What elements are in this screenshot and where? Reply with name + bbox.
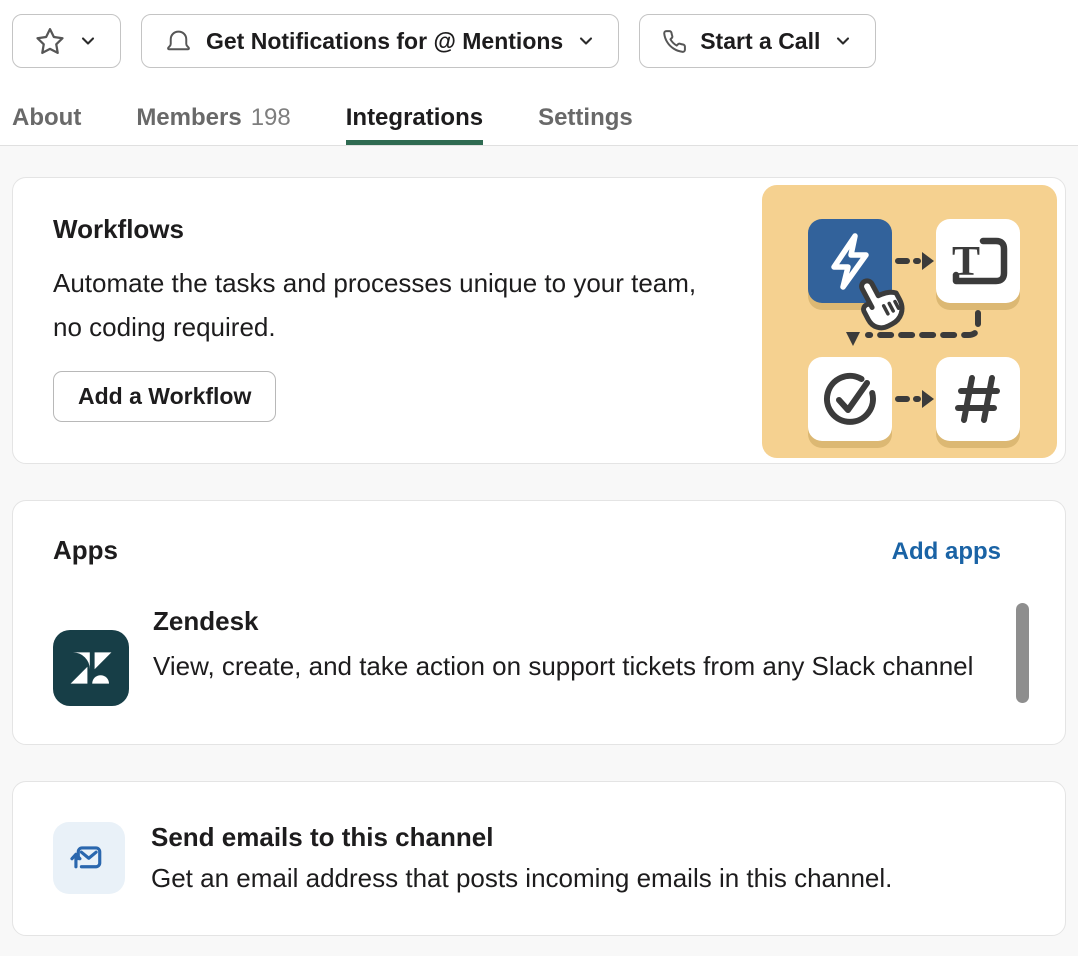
channel-tile: [936, 357, 1020, 441]
add-apps-link[interactable]: Add apps: [892, 538, 1001, 566]
add-workflow-button[interactable]: Add a Workflow: [53, 371, 276, 422]
tab-members-label: Members: [136, 104, 241, 131]
star-icon: [35, 26, 65, 56]
channel-details-integrations-panel: Get Notifications for @ Mentions Start a…: [0, 0, 1078, 947]
phone-icon: [662, 29, 687, 54]
app-description: View, create, and take action on support…: [153, 644, 973, 688]
email-description: Get an email address that posts incoming…: [151, 863, 892, 893]
tab-about-label: About: [12, 104, 81, 131]
apps-title: Apps: [53, 535, 118, 566]
app-name: Zendesk: [153, 606, 973, 636]
toolbar: Get Notifications for @ Mentions Start a…: [0, 14, 1078, 68]
star-channel-button[interactable]: [12, 14, 121, 68]
email-text: Send emails to this channel Get an email…: [151, 822, 892, 893]
tab-about[interactable]: About: [12, 104, 81, 145]
members-count: 198: [251, 104, 291, 131]
workflows-illustration: T: [762, 185, 1057, 458]
start-call-button[interactable]: Start a Call: [639, 14, 876, 68]
apps-card: Apps Add apps Zendesk Vie: [12, 500, 1066, 745]
tab-settings[interactable]: Settings: [538, 104, 633, 145]
start-call-button-label: Start a Call: [700, 28, 820, 55]
workflow-diagram-illustration: T: [762, 185, 1057, 458]
tab-members[interactable]: Members 198: [136, 104, 290, 145]
bell-icon: [164, 27, 193, 56]
apps-header: Apps Add apps: [53, 535, 1025, 566]
workflows-description: Automate the tasks and processes unique …: [53, 261, 723, 349]
panel-header: Get Notifications for @ Mentions Start a…: [0, 0, 1078, 146]
app-row-zendesk[interactable]: Zendesk View, create, and take action on…: [53, 606, 1025, 706]
zendesk-logo: [67, 644, 115, 692]
lightning-tile: [808, 219, 892, 303]
notifications-button[interactable]: Get Notifications for @ Mentions: [141, 14, 619, 68]
chevron-down-icon: [576, 31, 596, 51]
workflows-title: Workflows: [53, 214, 745, 245]
integrations-content: Workflows Automate the tasks and process…: [0, 146, 1078, 947]
check-tile: [808, 357, 892, 441]
channel-tabs: About Members 198 Integrations Settings: [0, 104, 1078, 146]
tab-integrations-label: Integrations: [346, 104, 483, 131]
workflows-card: Workflows Automate the tasks and process…: [12, 177, 1066, 464]
chevron-down-icon: [833, 31, 853, 51]
email-title: Send emails to this channel: [151, 822, 892, 853]
tab-settings-label: Settings: [538, 104, 633, 131]
zendesk-app-icon: [53, 630, 129, 706]
notifications-button-label: Get Notifications for @ Mentions: [206, 28, 563, 55]
tab-integrations[interactable]: Integrations: [346, 104, 483, 145]
apps-list: Zendesk View, create, and take action on…: [53, 606, 1025, 708]
chevron-down-icon: [78, 31, 98, 51]
app-text: Zendesk View, create, and take action on…: [153, 606, 973, 688]
incoming-email-icon: [53, 822, 125, 894]
apps-scrollbar-thumb[interactable]: [1016, 603, 1029, 703]
send-emails-row[interactable]: Send emails to this channel Get an email…: [12, 781, 1066, 936]
